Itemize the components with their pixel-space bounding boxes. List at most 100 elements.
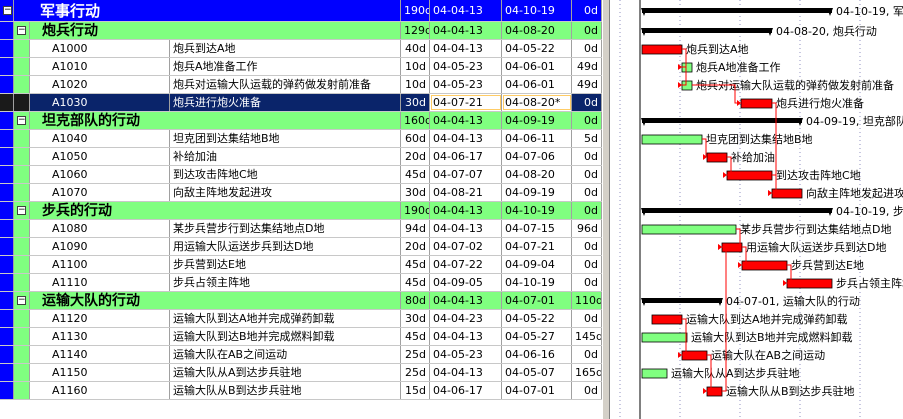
start-cell[interactable]: 04-04-13 [430, 202, 502, 219]
start-cell[interactable]: 04-04-13 [430, 40, 502, 57]
task-row[interactable]: A1000 炮兵到达A地 40d 04-04-13 04-05-22 0d [0, 40, 602, 58]
duration-cell[interactable]: 190d [401, 0, 430, 21]
start-cell[interactable]: 04-07-07 [430, 166, 502, 183]
float-cell[interactable]: 0d [572, 166, 602, 183]
collapse-toggle[interactable]: − [14, 22, 30, 39]
row-gutter[interactable] [0, 364, 14, 381]
float-cell[interactable]: 0d [572, 184, 602, 201]
duration-cell[interactable]: 45d [401, 328, 430, 345]
end-cell[interactable]: 04-10-19 [502, 274, 572, 291]
duration-cell[interactable]: 129d [401, 22, 430, 39]
end-cell[interactable]: 04-07-15 [502, 220, 572, 237]
start-cell[interactable]: 04-04-13 [430, 364, 502, 381]
end-cell[interactable]: 04-07-21 [502, 238, 572, 255]
end-cell[interactable]: 04-08-20 [502, 166, 572, 183]
start-cell[interactable]: 04-05-23 [430, 58, 502, 75]
task-row[interactable]: A1100 步兵营到达E地 45d 04-07-22 04-09-04 0d [0, 256, 602, 274]
end-cell[interactable]: 04-09-19 [502, 184, 572, 201]
duration-cell[interactable]: 30d [401, 94, 430, 111]
duration-cell[interactable]: 45d [401, 256, 430, 273]
end-cell[interactable]: 04-05-07 [502, 364, 572, 381]
minus-box-icon[interactable]: − [17, 205, 26, 215]
start-cell[interactable]: 04-04-23 [430, 310, 502, 327]
duration-cell[interactable]: 94d [401, 220, 430, 237]
end-cell[interactable]: 04-09-19 [502, 112, 572, 129]
float-cell[interactable]: 96d [572, 220, 602, 237]
task-row[interactable]: A1120 运输大队到达A地并完成弹药卸载 30d 04-04-23 04-05-22 0… [0, 310, 602, 328]
float-cell[interactable]: 0d [572, 202, 602, 219]
start-cell[interactable]: 04-05-23 [430, 76, 502, 93]
float-cell[interactable]: 0d [572, 382, 602, 399]
float-cell[interactable]: 49d [572, 76, 602, 93]
minus-box-icon[interactable]: − [17, 115, 26, 125]
row-gutter[interactable] [0, 202, 14, 219]
row-gutter[interactable] [0, 310, 14, 327]
start-cell[interactable]: 04-04-13 [430, 130, 502, 147]
task-row[interactable]: A1090 用运输大队运送步兵到达D地 20d 04-07-02 04-07-21 0d [0, 238, 602, 256]
start-cell[interactable]: 04-07-22 [430, 256, 502, 273]
start-cell[interactable]: 04-06-17 [430, 382, 502, 399]
group-row[interactable]: − 运输大队的行动 80d 04-04-13 04-07-01 110d [0, 292, 602, 310]
row-gutter[interactable] [0, 58, 14, 75]
start-cell[interactable]: 04-04-13 [430, 112, 502, 129]
float-cell[interactable]: 165d [572, 364, 602, 381]
float-cell[interactable]: 49d [572, 58, 602, 75]
end-cell[interactable]: 04-06-01 [502, 76, 572, 93]
end-cell[interactable]: 04-06-16 [502, 346, 572, 363]
row-gutter[interactable] [0, 112, 14, 129]
minus-box-icon[interactable]: − [3, 5, 12, 15]
task-row[interactable]: A1030 炮兵进行炮火准备 30d 04-07-21 04-08-20* 0d [0, 94, 602, 112]
task-row[interactable]: A1150 运输大队从A到达步兵驻地 25d 04-04-13 04-05-07 165d [0, 364, 602, 382]
row-gutter[interactable] [0, 328, 14, 345]
duration-cell[interactable]: 45d [401, 166, 430, 183]
task-row[interactable]: A1050 补给加油 20d 04-06-17 04-07-06 0d [0, 148, 602, 166]
duration-cell[interactable]: 20d [401, 238, 430, 255]
end-cell[interactable]: 04-08-20 [502, 22, 572, 39]
group-row[interactable]: − 炮兵行动 129d 04-04-13 04-08-20 0d [0, 22, 602, 40]
task-row[interactable]: A1060 到达攻击阵地C地 45d 04-07-07 04-08-20 0d [0, 166, 602, 184]
task-row[interactable]: A1010 炮兵A地准备工作 10d 04-05-23 04-06-01 49d [0, 58, 602, 76]
collapse-toggle[interactable]: − [14, 202, 30, 219]
collapse-toggle[interactable]: − [14, 112, 30, 129]
collapse-toggle[interactable]: − [14, 292, 30, 309]
row-gutter[interactable]: − [0, 0, 14, 21]
duration-cell[interactable]: 60d [401, 130, 430, 147]
row-gutter[interactable] [0, 130, 14, 147]
duration-cell[interactable]: 30d [401, 184, 430, 201]
row-gutter[interactable] [0, 238, 14, 255]
row-gutter[interactable] [0, 148, 14, 165]
start-cell[interactable]: 04-04-13 [430, 292, 502, 309]
end-cell[interactable]: 04-06-11 [502, 130, 572, 147]
float-cell[interactable]: 0d [572, 22, 602, 39]
row-gutter[interactable] [0, 76, 14, 93]
row-gutter[interactable] [0, 346, 14, 363]
end-cell[interactable]: 04-06-01 [502, 58, 572, 75]
row-gutter[interactable] [0, 166, 14, 183]
task-row[interactable]: A1040 坦克团到达集结地B地 60d 04-04-13 04-06-11 5d [0, 130, 602, 148]
end-cell[interactable]: 04-09-04 [502, 256, 572, 273]
end-cell[interactable]: 04-07-06 [502, 148, 572, 165]
start-cell[interactable]: 04-08-21 [430, 184, 502, 201]
task-row[interactable]: A1020 炮兵对运输大队运载的弹药做发射前准备 10d 04-05-23 04-06-… [0, 76, 602, 94]
project-row[interactable]: − 军事行动 190d 04-04-13 04-10-19 0d [0, 0, 602, 22]
group-row[interactable]: − 步兵的行动 190d 04-04-13 04-10-19 0d [0, 202, 602, 220]
end-cell[interactable]: 04-10-19 [502, 0, 572, 21]
group-row[interactable]: − 坦克部队的行动 160d 04-04-13 04-09-19 0d [0, 112, 602, 130]
duration-cell[interactable]: 45d [401, 274, 430, 291]
end-cell[interactable]: 04-10-19 [502, 202, 572, 219]
split-divider[interactable] [602, 0, 610, 419]
float-cell[interactable]: 0d [572, 112, 602, 129]
task-row[interactable]: A1070 向敌主阵地发起进攻 30d 04-08-21 04-09-19 0d [0, 184, 602, 202]
end-cell[interactable]: 04-05-22 [502, 310, 572, 327]
start-cell[interactable]: 04-07-21 [430, 94, 502, 111]
end-cell[interactable]: 04-05-27 [502, 328, 572, 345]
float-cell[interactable]: 0d [572, 94, 602, 111]
float-cell[interactable]: 0d [572, 148, 602, 165]
duration-cell[interactable]: 40d [401, 40, 430, 57]
float-cell[interactable]: 0d [572, 238, 602, 255]
float-cell[interactable]: 110d [572, 292, 602, 309]
start-cell[interactable]: 04-04-13 [430, 328, 502, 345]
start-cell[interactable]: 04-07-02 [430, 238, 502, 255]
float-cell[interactable]: 0d [572, 346, 602, 363]
float-cell[interactable]: 5d [572, 130, 602, 147]
